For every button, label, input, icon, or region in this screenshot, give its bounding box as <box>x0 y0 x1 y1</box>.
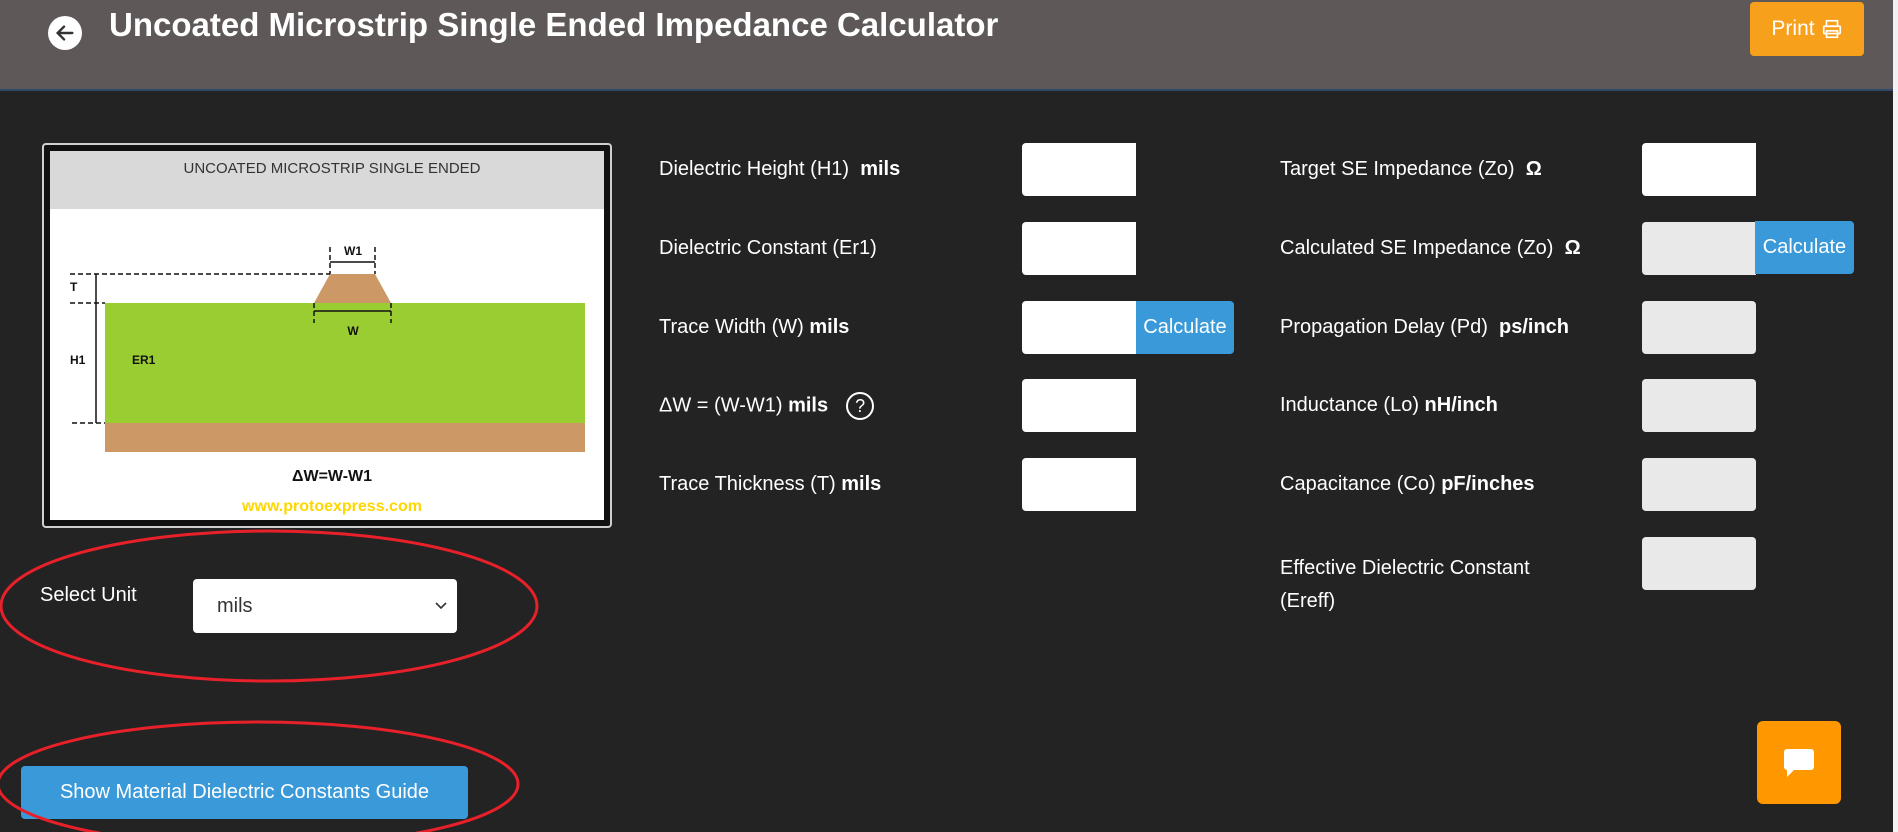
label-trace-width: Trace Width (W) mils <box>659 316 850 338</box>
trace-width-input[interactable] <box>1022 301 1136 354</box>
delta-w-input[interactable] <box>1022 379 1136 432</box>
label-er1: ER1 <box>132 353 156 367</box>
diagram-heading: UNCOATED MICROSTRIP SINGLE ENDED <box>184 160 481 177</box>
chat-button[interactable] <box>1757 721 1841 804</box>
label-capacitance: Capacitance (Co) pF/inches <box>1280 473 1535 495</box>
label-dielectric-height: Dielectric Height (H1) mils <box>659 158 901 180</box>
label-w1: W1 <box>344 244 362 258</box>
label-t: T <box>70 280 78 294</box>
unit-select[interactable]: mils <box>193 579 457 633</box>
dielectric-height-input[interactable] <box>1022 143 1136 196</box>
capacitance-output <box>1642 458 1756 511</box>
trace-thickness-input[interactable] <box>1022 458 1136 511</box>
header: Uncoated Microstrip Single Ended Impedan… <box>0 0 1893 91</box>
label-dielectric-constant: Dielectric Constant (Er1) <box>659 237 877 259</box>
chat-bubble-icon <box>1784 748 1814 777</box>
label-h1: H1 <box>70 353 86 367</box>
arrow-left-circle-icon[interactable] <box>48 16 82 50</box>
select-unit-label: Select Unit <box>40 584 137 606</box>
print-label: Print <box>1771 17 1815 40</box>
propagation-delay-output <box>1642 301 1756 354</box>
effective-dielectric-output <box>1642 537 1756 590</box>
page-title: Uncoated Microstrip Single Ended Impedan… <box>109 6 999 43</box>
printer-icon <box>1822 19 1841 39</box>
label-effective-dielectric: Effective Dielectric Constant (Ereff) <box>1280 557 1530 612</box>
label-trace-thickness: Trace Thickness (T) mils <box>659 473 882 495</box>
scrollbar[interactable] <box>1893 0 1898 832</box>
inductance-output <box>1642 379 1756 432</box>
unit-select-value: mils <box>217 594 253 617</box>
calculate-trace-width-button[interactable]: Calculate <box>1136 301 1234 354</box>
label-w: W <box>347 324 359 338</box>
diagram-website: www.protoexpress.com <box>241 498 422 515</box>
diagram-formula: ΔW=W-W1 <box>292 468 372 485</box>
microstrip-diagram: UNCOATED MICROSTRIP SINGLE ENDED W1 W T … <box>42 143 612 528</box>
target-impedance-input[interactable] <box>1642 143 1756 196</box>
calculated-impedance-output <box>1642 222 1756 275</box>
dielectric-constant-input[interactable] <box>1022 222 1136 275</box>
label-target-impedance: Target SE Impedance (Zo) Ω <box>1280 158 1542 180</box>
label-calculated-impedance: Calculated SE Impedance (Zo) Ω <box>1280 237 1581 259</box>
chevron-down-icon <box>435 602 447 610</box>
print-button[interactable]: Print <box>1750 2 1864 56</box>
label-propagation-delay: Propagation Delay (Pd) ps/inch <box>1280 316 1570 338</box>
label-inductance: Inductance (Lo) nH/inch <box>1280 394 1498 416</box>
show-dielectric-guide-button[interactable]: Show Material Dielectric Constants Guide <box>21 766 468 819</box>
calculate-impedance-button[interactable]: Calculate <box>1755 221 1854 274</box>
label-delta-w: ΔW = (W-W1) mils? <box>659 392 875 420</box>
help-icon[interactable]: ? <box>846 392 875 420</box>
